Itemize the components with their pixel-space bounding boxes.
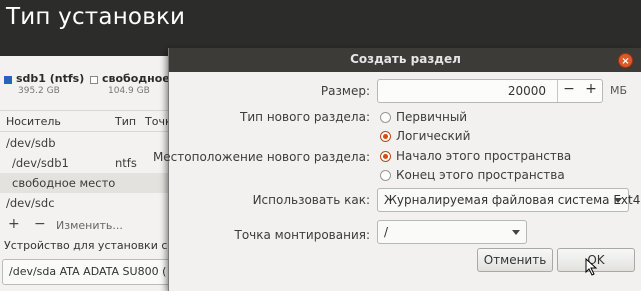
radio-end-indicator[interactable] [380,170,391,181]
table-row[interactable]: /dev/sdc [0,193,185,213]
free-swatch [90,76,98,84]
dialog-title: Создать раздел [350,52,461,66]
legend-ntfs-size: 395.2 GB [18,86,60,96]
boot-device-label: Устройство для установки сис [4,239,181,252]
column-type[interactable]: Тип [115,115,136,128]
legend-free-size: 104.9 GB [108,86,150,96]
row-device: /dev/sdc [6,196,55,210]
radio-start-indicator[interactable] [380,151,391,162]
size-input[interactable]: 20000 [508,84,546,98]
ntfs-swatch [4,76,12,84]
row-type: ntfs [115,156,137,170]
installer-title: Тип установки [6,4,186,30]
row-device: /dev/sdb1 [12,156,69,170]
use-as-value: Журналируемая файловая система Ext4 [384,193,641,207]
size-decrement-button[interactable]: − [558,81,580,97]
change-partition-button[interactable]: Изменить... [56,219,123,241]
boot-device-value: /dev/sda ATA ADATA SU800 ( [9,265,167,278]
use-as-label: Использовать как: [252,193,370,207]
partition-type-label: Тип нового раздела: [240,110,370,124]
radio-logical-indicator[interactable] [380,131,391,142]
remove-partition-button[interactable]: − [34,216,46,238]
create-partition-dialog: Создать раздел × Размер: 20000 − + МБ Ти… [153,48,641,291]
radio-end-label: Конец этого пространства [396,168,565,182]
chevron-down-icon [614,198,622,203]
radio-primary-label: Первичный [396,110,468,124]
size-label: Размер: [320,84,370,98]
mount-point-label: Точка монтирования: [234,228,371,242]
radio-logical-label: Логический [396,129,471,143]
mount-point-value[interactable]: / [384,225,388,239]
size-spinbutton[interactable]: 20000 − + [377,79,603,103]
mouse-cursor-icon [585,258,598,276]
radio-primary-indicator[interactable] [380,112,391,123]
cancel-button[interactable]: Отменить [477,248,553,272]
table-row[interactable]: свободное место [0,173,185,193]
radio-start-label: Начало этого пространства [396,149,572,163]
add-partition-button[interactable]: + [8,216,20,238]
row-device: /dev/sdb [6,136,56,150]
size-unit: МБ [610,84,628,97]
partition-location-label: Местоположение нового раздела: [152,150,370,164]
legend-free-label: свободное [102,72,170,85]
partition-toolbar: + − Изменить... [4,216,164,238]
partition-table-header: Носитель Тип Точк [0,110,185,132]
use-as-select[interactable]: Журналируемая файловая система Ext4 [377,188,640,212]
chevron-down-icon [512,230,520,235]
column-device[interactable]: Носитель [6,115,61,128]
mount-point-select[interactable]: / [377,220,527,244]
dialog-titlebar: Создать раздел × [169,48,641,72]
close-icon[interactable]: × [618,53,633,68]
boot-device-select[interactable]: /dev/sda ATA ADATA SU800 ( [2,259,180,285]
size-increment-button[interactable]: + [580,81,602,97]
legend-ntfs-label: sdb1 (ntfs) [16,72,85,85]
row-device: свободное место [12,176,116,190]
